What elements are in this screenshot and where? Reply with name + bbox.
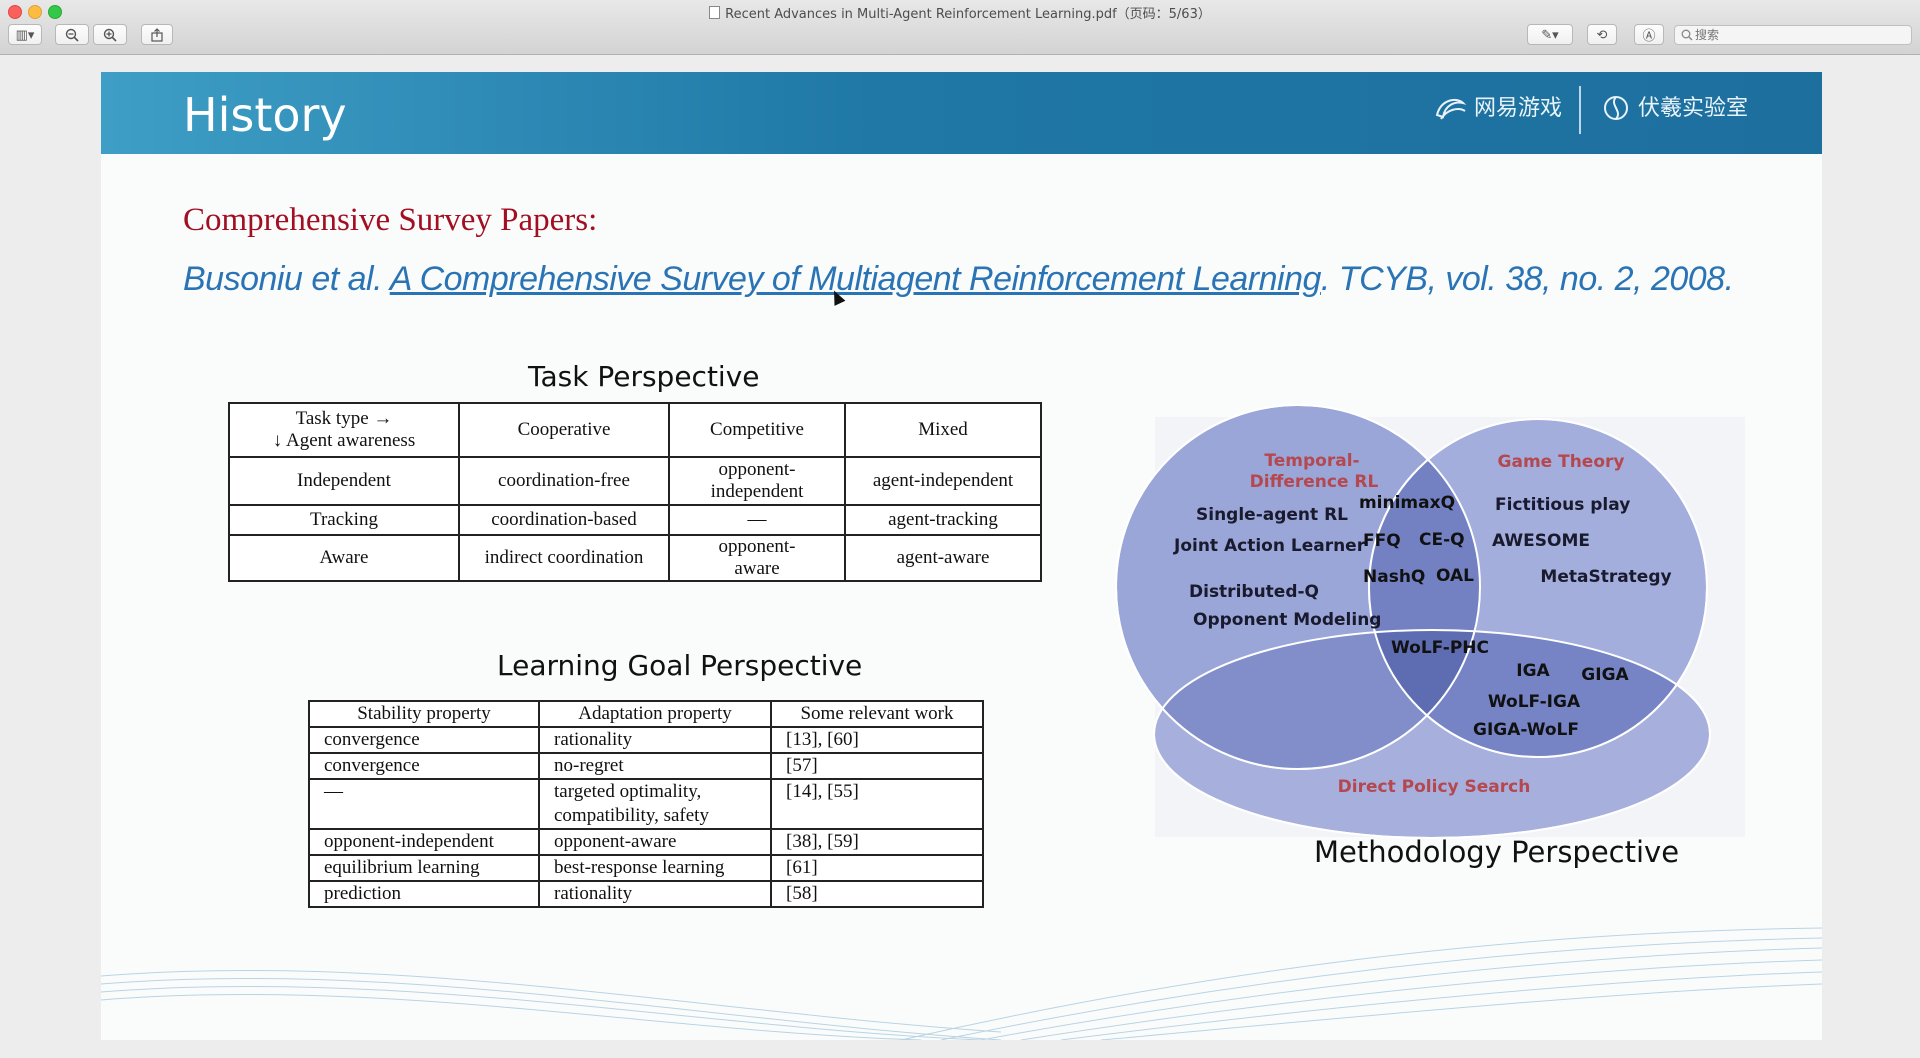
slide-page: History 网易游戏 伏羲实验室 Comprehensive Survey … — [101, 72, 1822, 1040]
venn-item: Opponent Modeling — [1193, 610, 1381, 630]
venn-item: IGA — [1516, 661, 1550, 681]
search-input[interactable] — [1693, 27, 1897, 43]
venn-item: WoLF-PHC — [1391, 638, 1489, 658]
annotate-button[interactable]: Ⓐ — [1634, 24, 1664, 45]
search-icon — [1681, 29, 1693, 41]
window-titlebar: Recent Advances in Multi-Agent Reinforce… — [0, 0, 1920, 55]
venn-item: minimaxQ — [1359, 493, 1455, 513]
decorative-waves — [101, 927, 1822, 1040]
search-field[interactable] — [1674, 25, 1912, 45]
venn-item: WoLF-IGA — [1488, 692, 1581, 712]
zoom-in-button[interactable] — [93, 24, 127, 45]
window-title-text: Recent Advances in Multi-Agent Reinforce… — [725, 7, 1211, 22]
venn-item: Joint Action Learner — [1173, 536, 1366, 556]
venn-item: OAL — [1436, 566, 1474, 586]
sidebar-toggle-button[interactable]: ▥▾ — [8, 24, 42, 45]
td-set-label-2: Difference RL — [1250, 472, 1379, 492]
venn-item: Single-agent RL — [1196, 505, 1348, 525]
venn-item: NashQ — [1363, 567, 1425, 587]
rotate-button[interactable]: ⟲ — [1587, 24, 1617, 45]
td-set-label-1: Temporal- — [1264, 451, 1359, 471]
window-title: Recent Advances in Multi-Agent Reinforce… — [0, 3, 1920, 22]
zoom-in-icon — [103, 28, 117, 42]
venn-item: Fictitious play — [1495, 495, 1630, 515]
venn-item: CE-Q — [1419, 530, 1465, 550]
zoom-out-icon — [65, 28, 79, 42]
methodology-venn-diagram: Temporal- Difference RL Game Theory Dire… — [101, 404, 1822, 1040]
pdf-document-icon — [709, 6, 721, 19]
venn-item: GIGA — [1581, 665, 1629, 685]
venn-item: AWESOME — [1492, 531, 1590, 551]
venn-item: GIGA-WoLF — [1473, 720, 1579, 740]
venn-item: Distributed-Q — [1189, 582, 1319, 602]
share-button[interactable] — [141, 24, 173, 45]
share-icon — [151, 27, 163, 42]
markup-pen-button[interactable]: ✎▾ — [1527, 24, 1573, 45]
venn-item: FFQ — [1363, 531, 1401, 551]
venn-item: MetaStrategy — [1540, 567, 1671, 587]
zoom-out-button[interactable] — [55, 24, 89, 45]
methodology-perspective-title: Methodology Perspective — [1314, 835, 1680, 869]
gt-set-label: Game Theory — [1498, 452, 1625, 472]
dps-set-label: Direct Policy Search — [1338, 777, 1531, 797]
